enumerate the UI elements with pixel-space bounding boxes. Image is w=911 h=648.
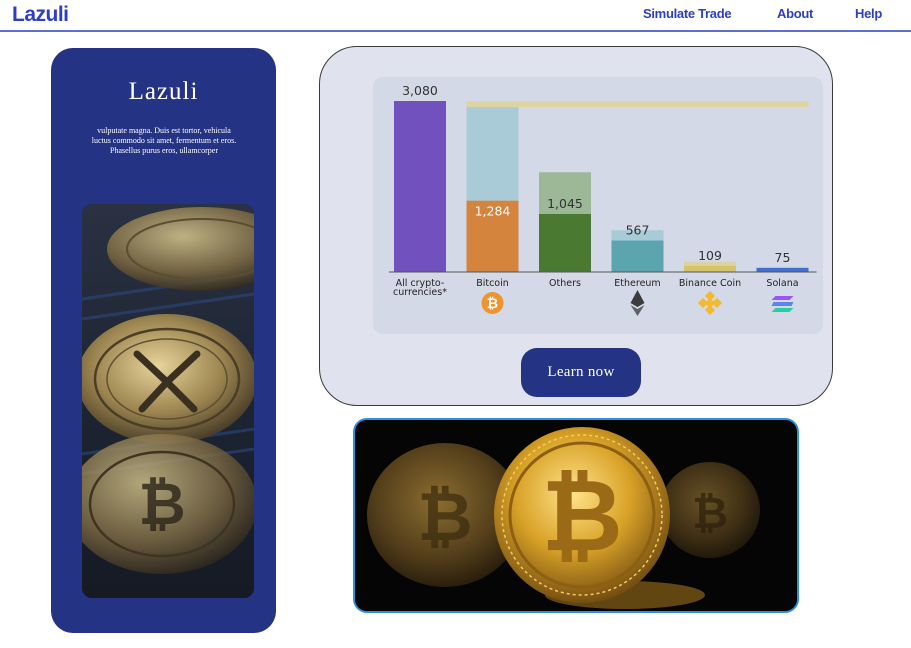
- data-label: 1,284: [475, 204, 511, 219]
- data-label: 567: [626, 223, 650, 238]
- coins-photo: ₿: [82, 204, 254, 598]
- svg-text:₿: ₿: [541, 460, 623, 572]
- category-label: currencies*: [393, 287, 447, 298]
- bar-ethereum: [611, 240, 664, 272]
- bitcoin-coins-illustration: ₿ ₿ ₿: [355, 420, 797, 611]
- sidebar-card: Lazuli vulputate magna. Duis est tortor,…: [51, 48, 276, 633]
- top-navigation-bar: Lazuli Simulate Trade About Help: [0, 0, 911, 32]
- bitcoin-photo-card: ₿ ₿ ₿: [353, 418, 799, 613]
- data-label: 75: [775, 250, 791, 265]
- binance-coin-icon: [704, 297, 716, 309]
- bar-binance-coin: [684, 265, 736, 272]
- category-label: Bitcoin: [476, 278, 509, 289]
- chart-card: 3,080 All crypto-currencies* 1,284 Bitcoin 1…: [319, 46, 833, 406]
- bitcoin-icon-glyph: ₿: [487, 296, 498, 312]
- waterfall-band-top: [466, 101, 809, 107]
- category-label: Others: [549, 278, 581, 289]
- coins-illustration: ₿: [82, 204, 254, 598]
- chart-panel: 3,080 All crypto-currencies* 1,284 Bitcoin 1…: [373, 77, 823, 334]
- category-label: Solana: [766, 278, 798, 289]
- nav-simulate-trade[interactable]: Simulate Trade: [643, 6, 732, 21]
- data-label: 3,080: [402, 83, 438, 98]
- crypto-market-cap-chart: 3,080All crypto-currencies*1,284Bitcoin1…: [389, 83, 817, 316]
- bar-solana: [756, 267, 809, 272]
- learn-now-button[interactable]: Learn now: [521, 348, 641, 397]
- category-label: Ethereum: [614, 278, 660, 289]
- ethereum-icon: [630, 290, 645, 307]
- data-label: 1,045: [547, 196, 583, 211]
- brand-logo[interactable]: Lazuli: [12, 3, 69, 27]
- svg-text:₿: ₿: [692, 489, 728, 538]
- bar-others: [539, 213, 591, 272]
- data-label: 109: [698, 248, 722, 263]
- nav-about[interactable]: About: [777, 6, 813, 21]
- solana-icon-part: [771, 302, 794, 306]
- nav-help[interactable]: Help: [855, 6, 882, 21]
- solana-icon: [771, 296, 794, 300]
- sidebar-title: Lazuli: [128, 78, 199, 105]
- solana-icon-part: [771, 308, 794, 312]
- category-label: Binance Coin: [679, 278, 741, 289]
- bar-all-crypto-currencies-: [394, 101, 446, 272]
- svg-text:₿: ₿: [417, 479, 472, 555]
- sidebar-description: vulputate magna. Duis est tortor, vehicu…: [91, 126, 237, 155]
- svg-text:₿: ₿: [138, 472, 185, 537]
